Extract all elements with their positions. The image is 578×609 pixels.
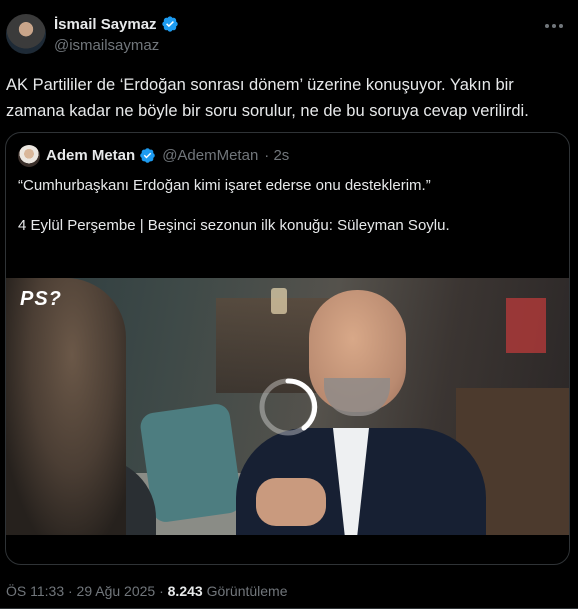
tweet-timestamp[interactable]: ÖS 11:33 · 29 Ağu 2025 ·: [6, 583, 164, 599]
quoted-author-display-name[interactable]: Adem Metan: [46, 147, 135, 164]
guest-hand: [256, 478, 326, 526]
loading-spinner-icon: [259, 378, 318, 436]
quoted-text-line-1: “Cumhurbaşkanı Erdoğan kimi işaret eders…: [18, 177, 431, 194]
host-silhouette: [6, 278, 126, 535]
quoted-verified-badge-icon: [140, 148, 155, 163]
quoted-author-avatar[interactable]: [18, 145, 40, 167]
background-flag: [506, 298, 546, 353]
tweet-header: İsmail Saymaz @ismailsaymaz: [0, 0, 578, 64]
author-handle[interactable]: @ismailsaymaz: [54, 37, 159, 54]
author-display-name[interactable]: İsmail Saymaz: [54, 16, 157, 33]
author-name-row: İsmail Saymaz: [54, 15, 179, 33]
tweet-text: AK Partililer de ‘Erdoğan sonrası dönem’…: [6, 76, 529, 120]
more-options-icon[interactable]: [542, 16, 566, 36]
tweet-meta: ÖS 11:33 · 29 Ağu 2025 · 8.243 Görüntüle…: [6, 583, 288, 599]
quoted-tweet[interactable]: Adem Metan @AdemMetan · 2s “Cumhurbaşkan…: [5, 132, 570, 565]
quoted-author-handle[interactable]: @AdemMetan: [162, 147, 258, 164]
video-frame: PS?: [6, 278, 569, 535]
show-logo: PS?: [20, 288, 62, 310]
view-count: 8.243: [167, 583, 203, 599]
quoted-time: · 2s: [264, 147, 290, 164]
video-player[interactable]: PS?: [6, 248, 569, 535]
quoted-author-row: Adem Metan @AdemMetan · 2s: [46, 147, 289, 164]
background-lamp: [271, 288, 287, 314]
verified-badge-icon: [161, 16, 178, 32]
author-avatar[interactable]: [6, 14, 46, 54]
guest-beard: [324, 378, 390, 416]
view-label: Görüntüleme: [206, 583, 288, 599]
quoted-text-line-2: 4 Eylül Perşembe | Beşinci sezonun ilk k…: [18, 217, 450, 234]
